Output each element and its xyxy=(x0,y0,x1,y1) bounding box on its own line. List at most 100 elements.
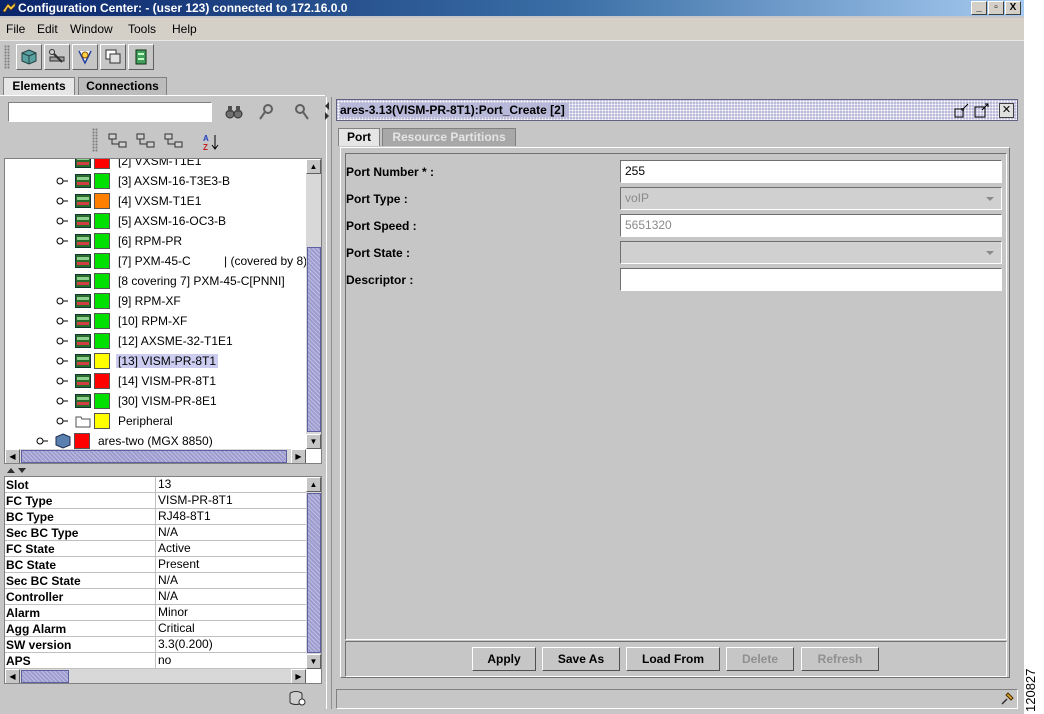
diagnostics-icon xyxy=(78,50,92,65)
scroll-left-icon[interactable]: ◀ xyxy=(5,669,20,683)
refresh-button[interactable]: Refresh xyxy=(801,647,879,671)
tree-item[interactable]: [3] AXSM-16-T3E3-B xyxy=(5,171,306,191)
port-state-label: Port State : xyxy=(346,246,411,260)
scroll-right-icon[interactable]: ▶ xyxy=(291,669,306,683)
table-row: Agg Alarm Critical xyxy=(5,621,306,637)
tree-item[interactable]: [30] VISM-PR-8E1 xyxy=(5,391,306,411)
scroll-thumb[interactable] xyxy=(307,247,321,432)
scroll-thumb[interactable] xyxy=(21,450,287,463)
menu-file[interactable]: File xyxy=(6,22,25,36)
network-element-button[interactable] xyxy=(16,44,42,70)
scroll-up-icon[interactable]: ▲ xyxy=(306,159,321,174)
collapse-tree-icon[interactable] xyxy=(136,133,156,149)
tree-vertical-scrollbar[interactable]: ▲ ▼ xyxy=(306,159,321,449)
menu-help[interactable]: Help xyxy=(172,22,197,36)
iconify-icon[interactable] xyxy=(954,103,970,118)
tree-item[interactable]: ares-two (MGX 8850) xyxy=(5,431,306,449)
expand-tree-icon[interactable] xyxy=(108,133,128,149)
minimize-button[interactable]: _ xyxy=(971,1,987,15)
pin-icon[interactable] xyxy=(999,691,1015,707)
tab-port[interactable]: Port xyxy=(338,128,380,146)
tree-viewport: [2] VXSM-T1E1 [3] AXSM-16-T3E3-B [4] VXS… xyxy=(5,159,306,449)
search-input[interactable] xyxy=(8,102,212,122)
scroll-left-icon[interactable]: ◀ xyxy=(5,449,20,463)
filter-tree-icon[interactable] xyxy=(164,133,184,149)
expand-handle-icon[interactable] xyxy=(56,236,68,246)
properties-vertical-scrollbar[interactable]: ▲ ▼ xyxy=(306,477,321,669)
port-state-select[interactable] xyxy=(620,241,1002,264)
windows-button[interactable] xyxy=(100,44,126,70)
tree-item[interactable]: [9] RPM-XF xyxy=(5,291,306,311)
save-as-button[interactable]: Save As xyxy=(542,647,620,671)
element-tree[interactable]: [2] VXSM-T1E1 [3] AXSM-16-T3E3-B [4] VXS… xyxy=(4,158,322,464)
tree-item[interactable]: [7] PXM-45-C | (covered by 8) xyxy=(5,251,306,271)
load-from-button[interactable]: Load From xyxy=(626,647,720,671)
expand-handle-icon[interactable] xyxy=(56,316,68,326)
sort-az-icon[interactable]: A Z xyxy=(202,133,220,151)
expand-handle-icon[interactable] xyxy=(56,396,68,406)
scroll-right-icon[interactable]: ▶ xyxy=(291,449,306,463)
tree-item[interactable]: [10] RPM-XF xyxy=(5,311,306,331)
expand-handle-icon[interactable] xyxy=(56,176,68,186)
menu-tools[interactable]: Tools xyxy=(128,22,156,36)
tree-horizontal-scrollbar[interactable]: ◀ ▶ xyxy=(5,449,306,463)
tree-item-label: Peripheral xyxy=(118,414,173,428)
expand-handle-icon[interactable] xyxy=(36,436,48,446)
scroll-down-icon[interactable]: ▼ xyxy=(306,434,321,449)
scroll-up-icon[interactable]: ▲ xyxy=(306,477,321,492)
menu-edit[interactable]: Edit xyxy=(37,22,58,36)
tab-resource-partitions[interactable]: Resource Partitions xyxy=(382,128,516,146)
tree-item[interactable]: [4] VXSM-T1E1 xyxy=(5,191,306,211)
expand-handle-icon[interactable] xyxy=(56,356,68,366)
scroll-thumb[interactable] xyxy=(307,493,321,653)
tree-item[interactable]: [6] RPM-PR xyxy=(5,231,306,251)
properties-horizontal-scrollbar[interactable]: ◀ ▶ xyxy=(5,669,306,683)
split-arrows-icon[interactable] xyxy=(6,466,28,474)
app-icon xyxy=(2,2,16,13)
scroll-thumb[interactable] xyxy=(21,670,69,683)
find-next-icon[interactable] xyxy=(293,103,311,121)
port-number-input[interactable]: 255 xyxy=(620,160,1002,183)
tab-connections[interactable]: Connections xyxy=(78,77,167,95)
maximize-frame-icon[interactable] xyxy=(974,103,990,118)
expand-handle-icon[interactable] xyxy=(56,336,68,346)
port-speed-input[interactable]: 5651320 xyxy=(620,214,1002,237)
apply-button[interactable]: Apply xyxy=(472,647,536,671)
tree-item[interactable]: Peripheral xyxy=(5,411,306,431)
port-type-select[interactable]: voIP xyxy=(620,187,1002,210)
tools-icon xyxy=(49,49,65,63)
expand-handle-icon[interactable] xyxy=(56,416,68,426)
close-button[interactable]: X xyxy=(1005,1,1021,15)
internal-frame-title-bar[interactable]: ares-3.13(VISM-PR-8T1):Port_Create [2] ✕ xyxy=(336,99,1018,121)
tree-toolbar-grip[interactable] xyxy=(92,128,98,152)
binoculars-icon[interactable] xyxy=(225,104,243,120)
db-status-icon[interactable] xyxy=(288,690,306,706)
tree-item-selected[interactable]: [13] VISM-PR-8T1 xyxy=(5,351,306,371)
maximize-button[interactable]: ▫ xyxy=(988,1,1004,15)
property-key: FC State xyxy=(6,542,55,556)
scroll-down-icon[interactable]: ▼ xyxy=(306,654,321,669)
split-divider[interactable] xyxy=(326,97,332,709)
tree-item[interactable]: [12] AXSME-32-T1E1 xyxy=(5,331,306,351)
tab-elements[interactable]: Elements xyxy=(3,77,75,96)
find-previous-icon[interactable] xyxy=(258,103,276,121)
windows-icon xyxy=(105,49,121,64)
expand-handle-icon[interactable] xyxy=(56,216,68,226)
configure-button[interactable] xyxy=(44,44,70,70)
card-button[interactable] xyxy=(128,44,154,70)
tree-item[interactable]: [14] VISM-PR-8T1 xyxy=(5,371,306,391)
tree-item[interactable]: [5] AXSM-16-OC3-B xyxy=(5,211,306,231)
descriptor-input[interactable] xyxy=(620,268,1002,291)
diagnostics-button[interactable] xyxy=(72,44,98,70)
collapse-left-icon[interactable] xyxy=(324,101,330,121)
toolbar-grip[interactable] xyxy=(4,45,10,69)
menu-window[interactable]: Window xyxy=(70,22,113,36)
expand-handle-icon[interactable] xyxy=(56,296,68,306)
close-frame-icon[interactable]: ✕ xyxy=(999,103,1014,118)
tree-item[interactable]: [2] VXSM-T1E1 xyxy=(5,159,306,171)
title-bar[interactable]: Configuration Center: - (user 123) conne… xyxy=(0,0,1024,16)
expand-handle-icon[interactable] xyxy=(56,196,68,206)
delete-button[interactable]: Delete xyxy=(726,647,794,671)
tree-item[interactable]: [8 covering 7] PXM-45-C[PNNI] xyxy=(5,271,306,291)
expand-handle-icon[interactable] xyxy=(56,376,68,386)
